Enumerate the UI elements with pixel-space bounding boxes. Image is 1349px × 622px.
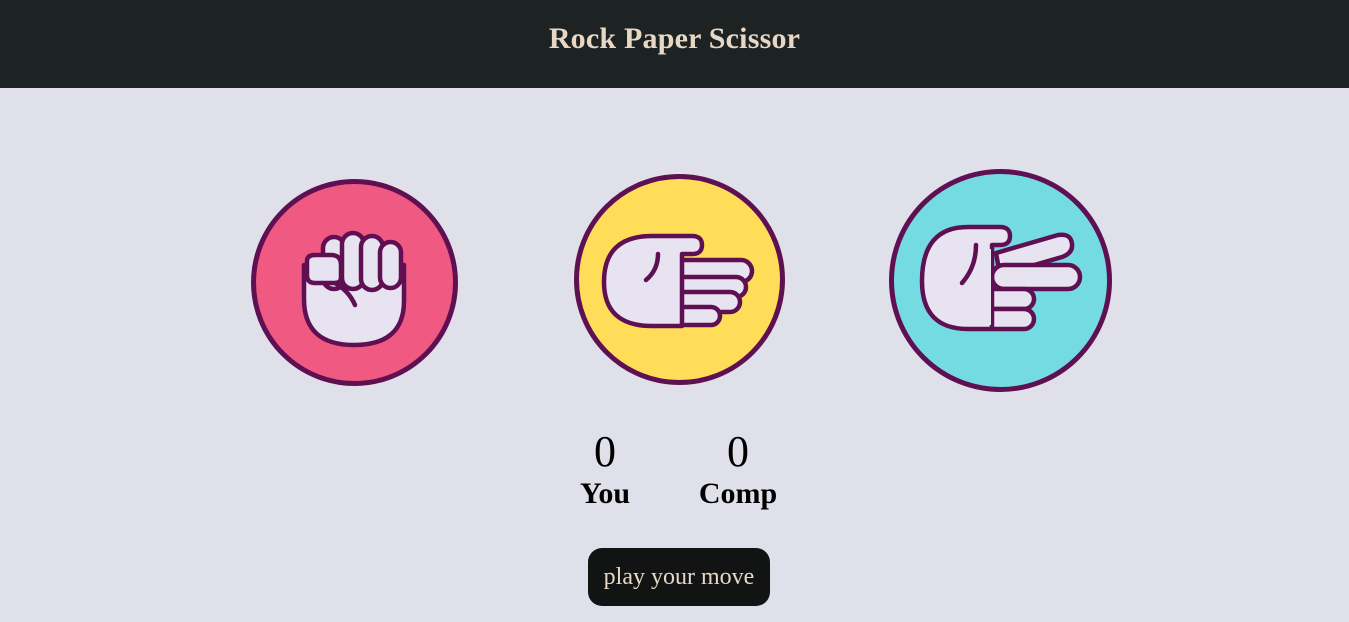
paper-choice-button[interactable] <box>574 174 785 385</box>
paper-hand-icon <box>574 174 785 385</box>
scissors-hand-icon <box>889 169 1112 392</box>
comp-score: 0 Comp <box>688 428 788 511</box>
user-score-label: You <box>579 477 631 510</box>
rock-fist-icon <box>251 179 458 386</box>
app-header: Rock Paper Scissor <box>0 0 1349 88</box>
scissors-choice-button[interactable] <box>888 169 1113 392</box>
user-score: 0 You <box>566 428 644 511</box>
comp-score-label: Comp <box>698 477 778 510</box>
page-title: Rock Paper Scissor <box>548 22 801 55</box>
rock-choice-button[interactable] <box>251 179 458 386</box>
status-message: play your move <box>588 548 770 606</box>
user-score-value: 0 <box>594 427 616 476</box>
comp-score-value: 0 <box>727 427 749 476</box>
